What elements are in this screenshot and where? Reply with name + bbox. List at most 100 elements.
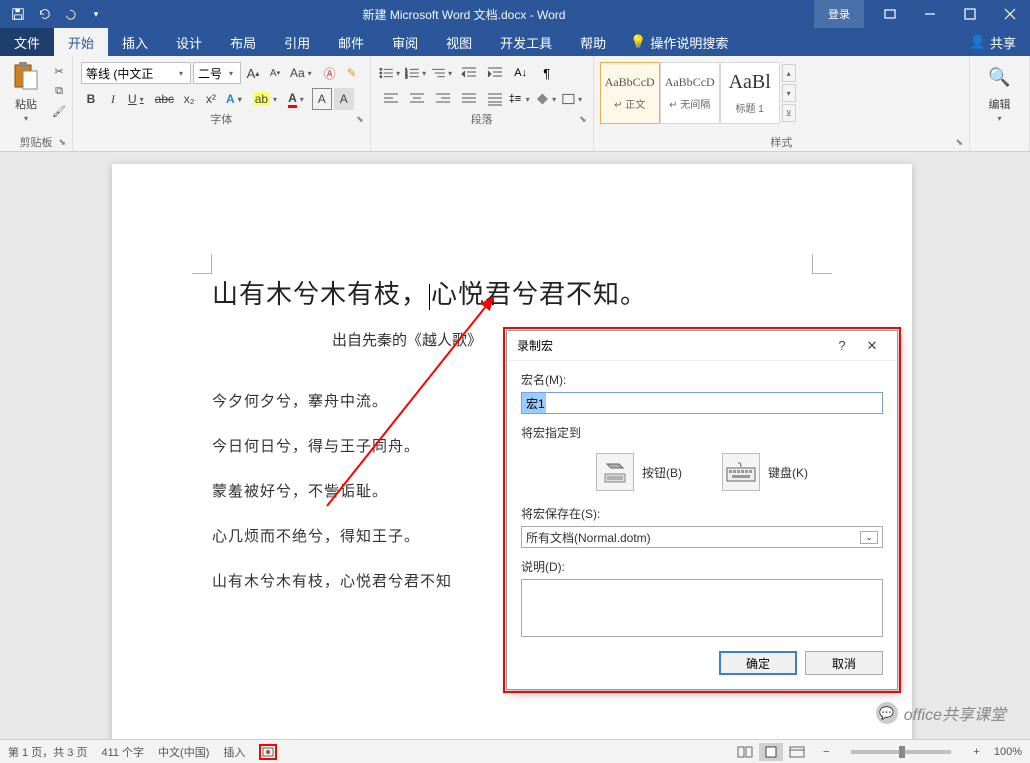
font-color-icon[interactable]: A▾: [285, 88, 310, 110]
dialog-close-icon[interactable]: ✕: [857, 338, 887, 354]
qat-more-icon[interactable]: ▾: [86, 4, 106, 24]
bullets-icon[interactable]: ▾: [379, 62, 403, 84]
tell-me-search[interactable]: 💡操作说明搜索: [620, 28, 738, 56]
shrink-font-icon[interactable]: A▾: [265, 62, 285, 84]
format-painter-icon[interactable]: 🖌: [50, 102, 68, 120]
sort-icon[interactable]: A↓: [509, 62, 533, 84]
doc-title: 山有木兮木有枝，心悦君兮君不知。: [212, 274, 822, 311]
share-button[interactable]: 👤共享: [956, 28, 1030, 56]
undo-icon[interactable]: [34, 4, 54, 24]
page-status[interactable]: 第 1 页，共 3 页: [8, 744, 87, 760]
tab-home[interactable]: 开始: [54, 28, 108, 56]
insert-mode[interactable]: 插入: [223, 744, 245, 760]
close-icon[interactable]: [990, 0, 1030, 28]
style-heading1[interactable]: AaBl标题 1: [720, 62, 780, 124]
shading-icon[interactable]: ▾: [535, 88, 559, 110]
italic-button[interactable]: I: [103, 88, 123, 110]
group-paragraph: ▾ 123▾ ▾ A↓ ¶ ‡≡▾ ▾ ▾ 段落 ⬊: [371, 56, 594, 151]
print-layout-icon[interactable]: [759, 743, 783, 761]
group-editing: 🔍 编辑 ▾: [970, 56, 1030, 151]
maximize-icon[interactable]: [950, 0, 990, 28]
dialog-help-icon[interactable]: ?: [827, 338, 857, 353]
login-button[interactable]: 登录: [814, 0, 864, 28]
zoom-out-icon[interactable]: −: [823, 746, 829, 758]
justify-icon[interactable]: [457, 88, 481, 110]
distributed-icon[interactable]: [483, 88, 507, 110]
cancel-button[interactable]: 取消: [805, 651, 883, 675]
assign-keyboard-option[interactable]: 键盘(K): [722, 453, 808, 491]
macro-name-label: 宏名(M):: [521, 371, 883, 388]
ribbon-display-icon[interactable]: [870, 0, 910, 28]
record-macro-icon[interactable]: [259, 744, 277, 760]
grow-font-icon[interactable]: A▴: [243, 62, 263, 84]
tab-view[interactable]: 视图: [432, 28, 486, 56]
increase-indent-icon[interactable]: [483, 62, 507, 84]
zoom-slider[interactable]: [851, 750, 951, 754]
style-no-spacing[interactable]: AaBbCcD↵ 无间隔: [660, 62, 720, 124]
tab-references[interactable]: 引用: [270, 28, 324, 56]
redo-icon[interactable]: [60, 4, 80, 24]
paragraph-label: 段落: [471, 111, 493, 127]
tab-file[interactable]: 文件: [0, 28, 54, 56]
desc-textarea[interactable]: [521, 579, 883, 637]
styles-launcher-icon[interactable]: ⬊: [955, 137, 963, 148]
phonetic-icon[interactable]: Ⓐ: [320, 62, 340, 84]
multilevel-icon[interactable]: ▾: [431, 62, 455, 84]
decrease-indent-icon[interactable]: [457, 62, 481, 84]
minimize-icon[interactable]: [910, 0, 950, 28]
text-effects-icon[interactable]: A▾: [223, 88, 248, 110]
tab-help[interactable]: 帮助: [566, 28, 620, 56]
copy-icon[interactable]: ⧉: [50, 82, 68, 100]
tab-design[interactable]: 设计: [162, 28, 216, 56]
font-size-combo[interactable]: 二号▾: [193, 62, 241, 84]
paragraph-launcher-icon[interactable]: ⬊: [579, 114, 587, 125]
zoom-level[interactable]: 100%: [994, 746, 1022, 758]
tab-mailings[interactable]: 邮件: [324, 28, 378, 56]
change-case-icon[interactable]: Aa▾: [287, 62, 318, 84]
align-right-icon[interactable]: [431, 88, 455, 110]
align-center-icon[interactable]: [405, 88, 429, 110]
status-bar: 第 1 页，共 3 页 411 个字 中文(中国) 插入 − + 100%: [0, 739, 1030, 763]
font-launcher-icon[interactable]: ⬊: [356, 114, 364, 125]
clipboard-launcher-icon[interactable]: ⬊: [58, 137, 66, 148]
paste-button[interactable]: 粘贴 ▾: [4, 58, 48, 123]
text-cursor: [429, 284, 430, 310]
strike-button[interactable]: abc: [152, 88, 177, 110]
tab-developer[interactable]: 开发工具: [486, 28, 566, 56]
line-spacing-icon[interactable]: ‡≡▾: [509, 88, 533, 110]
assign-button-option[interactable]: 按钮(B): [596, 453, 682, 491]
tab-layout[interactable]: 布局: [216, 28, 270, 56]
char-border-icon[interactable]: A: [312, 88, 332, 110]
web-layout-icon[interactable]: [785, 743, 809, 761]
gallery-more-icon[interactable]: ⊻: [782, 104, 796, 122]
char-shading-icon[interactable]: A: [334, 88, 354, 110]
zoom-in-icon[interactable]: +: [973, 746, 979, 758]
numbering-icon[interactable]: 123▾: [405, 62, 429, 84]
superscript-button[interactable]: x²: [201, 88, 221, 110]
underline-button[interactable]: U▾: [125, 88, 150, 110]
group-styles: AaBbCcD↵ 正文 AaBbCcD↵ 无间隔 AaBl标题 1 ▴ ▾ ⊻ …: [594, 56, 970, 151]
macro-name-input[interactable]: [521, 392, 883, 414]
ok-button[interactable]: 确定: [719, 651, 797, 675]
read-mode-icon[interactable]: [733, 743, 757, 761]
font-name-combo[interactable]: 等线 (中文正▾: [81, 62, 191, 84]
gallery-up-icon[interactable]: ▴: [782, 64, 796, 82]
gallery-down-icon[interactable]: ▾: [782, 84, 796, 102]
highlight-icon[interactable]: ab▾: [250, 88, 283, 110]
clear-format-icon[interactable]: ✎: [342, 62, 362, 84]
subscript-button[interactable]: x₂: [179, 88, 199, 110]
cut-icon[interactable]: ✂: [50, 62, 68, 80]
show-marks-icon[interactable]: ¶: [535, 62, 559, 84]
bold-button[interactable]: B: [81, 88, 101, 110]
word-count[interactable]: 411 个字: [101, 744, 144, 760]
save-icon[interactable]: [8, 4, 28, 24]
style-normal[interactable]: AaBbCcD↵ 正文: [600, 62, 660, 124]
borders-icon[interactable]: ▾: [561, 88, 585, 110]
align-left-icon[interactable]: [379, 88, 403, 110]
margin-corner: [812, 254, 832, 274]
store-select[interactable]: 所有文档(Normal.dotm)⌄: [521, 526, 883, 548]
editing-button[interactable]: 🔍 编辑 ▾: [978, 58, 1022, 123]
tab-insert[interactable]: 插入: [108, 28, 162, 56]
tab-review[interactable]: 审阅: [378, 28, 432, 56]
language-status[interactable]: 中文(中国): [158, 744, 209, 760]
